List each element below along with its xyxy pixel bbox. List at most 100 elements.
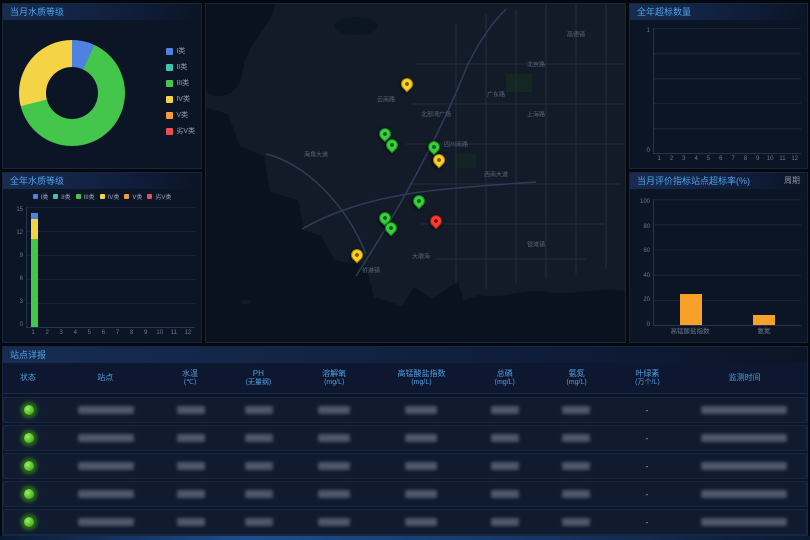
legend-item[interactable]: II类 — [166, 62, 195, 72]
redacted-value — [491, 406, 519, 414]
legend-item[interactable]: III类 — [166, 78, 195, 88]
cell-time — [682, 490, 806, 498]
x-tick: 7 — [110, 328, 124, 338]
status-indicator — [22, 515, 36, 529]
legend-item[interactable]: I类 — [33, 192, 49, 201]
period-selector[interactable]: 周期 — [784, 173, 800, 189]
legend-swatch — [166, 48, 173, 55]
cell-tp — [469, 490, 541, 498]
chart-column — [777, 28, 789, 153]
redacted-value — [245, 462, 273, 470]
cell-codmn — [374, 406, 469, 414]
chart-column — [703, 28, 715, 153]
y-tick: 0 — [647, 322, 650, 328]
y-tick: 3 — [20, 299, 23, 305]
redacted-value — [405, 490, 437, 498]
y-tick: 1 — [647, 28, 650, 34]
column-header-codmn: 高锰酸盐指数(mg/L) — [374, 369, 469, 388]
status-indicator — [22, 403, 36, 417]
x-tick: 4 — [690, 154, 702, 164]
y-tick: 60 — [643, 248, 650, 254]
month-rate-chart: 100806040200 高锰酸盐指数氨氮 — [636, 199, 801, 338]
legend-item[interactable]: IV类 — [166, 94, 195, 104]
legend-label: III类 — [84, 192, 95, 201]
redacted-value — [177, 434, 205, 442]
cell-chl: - — [612, 518, 682, 527]
x-tick: 9 — [752, 154, 764, 164]
panel-header-month-quality: 当月水质等级 — [3, 4, 201, 20]
legend-item[interactable]: III类 — [76, 192, 95, 201]
cell-status — [4, 459, 54, 473]
redacted-value — [562, 518, 590, 526]
legend-swatch — [76, 194, 81, 199]
legend-item[interactable]: V类 — [124, 192, 142, 201]
legend-item[interactable]: II类 — [53, 192, 70, 201]
legend-label: II类 — [176, 62, 187, 72]
legend-label: I类 — [176, 46, 185, 56]
legend-item[interactable]: 劣V类 — [147, 192, 171, 201]
redacted-value — [177, 518, 205, 526]
y-tick: 0 — [647, 148, 650, 154]
panel-title-month-quality: 当月水质等级 — [10, 4, 64, 20]
month-rate-plot — [653, 199, 801, 326]
cell-chl: - — [612, 490, 682, 499]
x-tick: 氨氮 — [727, 326, 801, 338]
cell-status — [4, 515, 54, 529]
x-tick: 高锰酸盐指数 — [653, 326, 727, 338]
table-row[interactable]: - — [3, 453, 807, 479]
chart-column — [83, 207, 97, 327]
annual-quality-chart: 15129630 123456789101112 — [9, 207, 195, 338]
cell-temp — [158, 462, 223, 470]
cell-codmn — [374, 490, 469, 498]
cell-ph — [223, 490, 295, 498]
redacted-value — [318, 462, 350, 470]
panel-header-station-table: 站点详报 — [3, 347, 807, 363]
x-tick: 2 — [40, 328, 54, 338]
x-tick: 5 — [702, 154, 714, 164]
chart-column — [97, 207, 111, 327]
table-row[interactable]: - — [3, 509, 807, 535]
redacted-value — [177, 490, 205, 498]
chart-column — [41, 207, 55, 327]
legend-swatch — [166, 112, 173, 119]
column-header-time: 监测时间 — [682, 373, 807, 383]
x-tick: 1 — [653, 154, 665, 164]
cell-station — [54, 434, 158, 442]
table-row[interactable]: - — [3, 481, 807, 507]
redacted-value — [78, 490, 134, 498]
legend-swatch — [124, 194, 129, 199]
redacted-value — [318, 406, 350, 414]
status-indicator — [22, 431, 36, 445]
annual-quality-plot — [26, 207, 195, 328]
legend-item[interactable]: I类 — [166, 46, 195, 56]
cell-ph — [223, 462, 295, 470]
chart-column — [153, 207, 167, 327]
legend-label: III类 — [176, 78, 189, 88]
table-row[interactable]: - — [3, 397, 807, 423]
chart-column — [139, 207, 153, 327]
panel-station-table: 站点详报 状态站点水温(℃)PH(无量纲)溶解氧(mg/L)高锰酸盐指数(mg/… — [2, 346, 808, 536]
legend-item[interactable]: V类 — [166, 110, 195, 120]
cell-nh3n — [540, 518, 612, 526]
redacted-value — [245, 406, 273, 414]
redacted-value — [78, 462, 134, 470]
column-header-ph: PH(无量纲) — [222, 369, 294, 388]
map[interactable]: 北部湾广场海角大道云南路北京路四川南路上海路广东路高德镇西南大道银滩镇大墩海侨港… — [205, 3, 626, 343]
y-tick: 9 — [20, 253, 23, 259]
legend-item[interactable]: IV类 — [100, 192, 120, 201]
chart-column — [728, 199, 802, 325]
bottom-accent-bar — [0, 536, 810, 540]
chart-column — [55, 207, 69, 327]
redacted-value — [318, 490, 350, 498]
panel-header-annual-quality: 全年水质等级 — [3, 173, 201, 189]
redacted-value — [701, 518, 787, 526]
cell-station — [54, 462, 158, 470]
panel-annual-quality: 全年水质等级 I类II类III类IV类V类劣V类 15129630 123456… — [2, 172, 202, 343]
chart-column — [679, 28, 691, 153]
bar — [753, 315, 775, 325]
x-tick: 10 — [764, 154, 776, 164]
table-row[interactable]: - — [3, 425, 807, 451]
redacted-value — [318, 434, 350, 442]
legend-item[interactable]: 劣V类 — [166, 126, 195, 136]
x-tick: 7 — [727, 154, 739, 164]
